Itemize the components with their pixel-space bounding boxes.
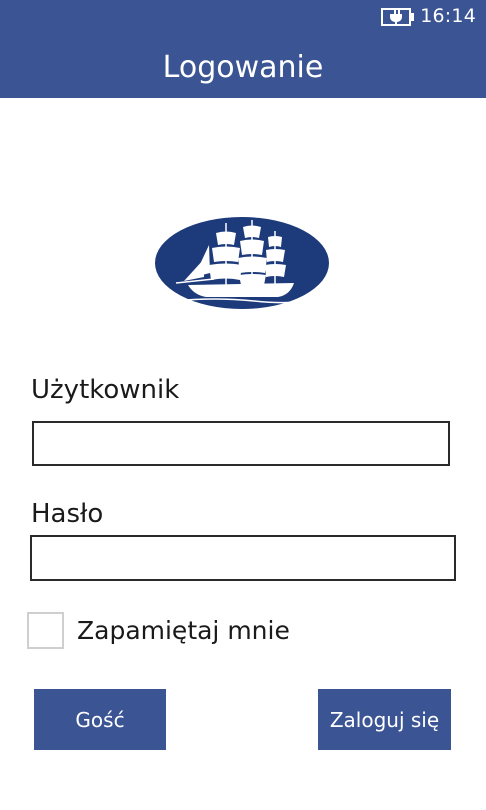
password-label: Hasło (31, 499, 104, 529)
page-title: Logowanie (162, 50, 324, 85)
guest-button[interactable]: Gość (34, 689, 166, 750)
login-screen: 16:14 Logowanie Użytkownik Hasło Zapamię… (0, 0, 486, 810)
status-time: 16:14 (420, 5, 476, 27)
battery-charging-icon (381, 8, 415, 26)
remember-me-toggle[interactable]: Zapamiętaj mnie (27, 612, 290, 649)
username-label: Użytkownik (31, 375, 180, 405)
username-input[interactable] (32, 421, 450, 466)
remember-me-checkbox[interactable] (27, 612, 64, 649)
app-header: 16:14 Logowanie (0, 0, 486, 98)
login-button[interactable]: Zaloguj się (318, 689, 451, 750)
password-input[interactable] (30, 535, 456, 581)
status-bar: 16:14 (0, 0, 486, 32)
sailing-ship-logo-icon (154, 215, 332, 313)
remember-me-label: Zapamiętaj mnie (77, 616, 290, 645)
